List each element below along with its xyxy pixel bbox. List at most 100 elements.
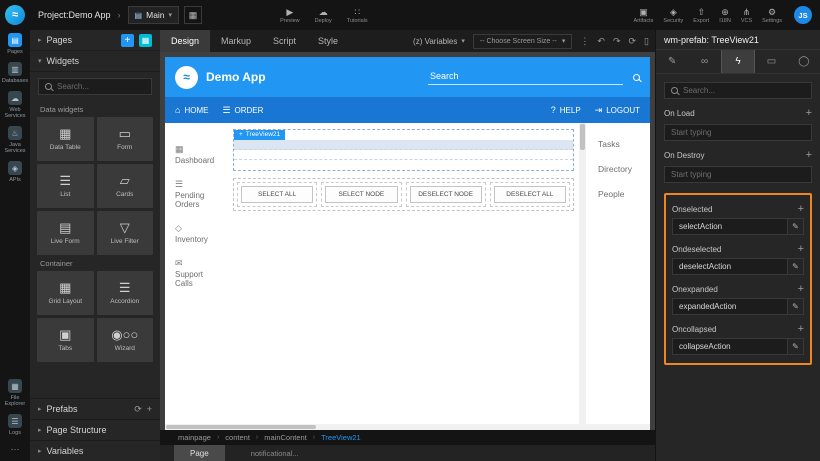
add-page-button[interactable]: + [121, 34, 134, 47]
sidebar-section-variables[interactable]: ▸ Variables [30, 440, 160, 461]
wavemaker-logo[interactable]: ≈ [0, 0, 30, 30]
refresh-canvas-icon[interactable]: ⟳ [629, 36, 637, 47]
variables-dropdown[interactable]: (z) Variables ▾ [413, 37, 465, 46]
undo-icon[interactable]: ↶ [597, 36, 605, 47]
tab-markup[interactable]: Markup [210, 30, 262, 52]
treeview-widget[interactable]: + TreeView21 [233, 129, 574, 171]
settings-button[interactable]: ⚙ Settings [762, 7, 782, 24]
menu-item-dashboard[interactable]: ▦ Dashboard [175, 145, 221, 165]
on-destroy-input[interactable] [664, 166, 812, 183]
canvas-horizontal-scrollbar[interactable] [165, 424, 650, 430]
app-search-field[interactable]: Search [428, 69, 623, 85]
rail-item-pages[interactable]: ▤ Pages [0, 30, 30, 59]
edit-action-icon[interactable]: ✎ [787, 298, 804, 315]
tab-device[interactable]: ▭ [755, 50, 787, 73]
rail-item-logs[interactable]: ☰ Logs [0, 411, 30, 440]
widget-tile-live-form[interactable]: ▤ Live Form [37, 211, 94, 255]
widget-tile-live-filter[interactable]: ▽ Live Filter [97, 211, 154, 255]
rail-item-java-services[interactable]: ♨ Java Services [0, 123, 30, 158]
edit-action-icon[interactable]: ✎ [787, 218, 804, 235]
ondeselected-input[interactable] [672, 258, 787, 275]
right-panel-item-directory[interactable]: Directory [598, 164, 650, 174]
add-prefab-button[interactable]: + [147, 404, 152, 414]
pages-menu-button[interactable]: ▦ [139, 34, 152, 47]
select-node-button[interactable]: SELECT NODE [325, 186, 397, 203]
rail-item-file-explorer[interactable]: ▦ File Explorer [0, 376, 30, 411]
sidebar-section-pages[interactable]: ▸ Pages + ▦ [30, 30, 160, 51]
add-event-button[interactable]: + [798, 324, 804, 334]
right-panel-item-people[interactable]: People [598, 189, 650, 199]
add-event-button[interactable]: + [798, 244, 804, 254]
sidebar-section-page-structure[interactable]: ▸ Page Structure [30, 419, 160, 440]
widget-tile-accordion[interactable]: ☰ Accordion [97, 271, 154, 315]
pages-grid-button[interactable]: ▦ [184, 6, 202, 24]
select-all-button[interactable]: SELECT ALL [241, 186, 313, 203]
canvas-vertical-scrollbar[interactable] [579, 123, 586, 424]
tab-script[interactable]: Script [262, 30, 307, 52]
menu-item-pending-orders[interactable]: ☰ Pending Orders [175, 180, 221, 209]
breadcrumb-item-treeview21[interactable]: TreeView21 [321, 433, 361, 442]
breadcrumb-item-maincontent[interactable]: mainContent [264, 433, 307, 442]
add-event-button[interactable]: + [806, 108, 812, 118]
menu-item-inventory[interactable]: ◇ Inventory [175, 224, 221, 244]
onselected-input[interactable] [672, 218, 787, 235]
on-load-input[interactable] [664, 124, 812, 141]
vcs-button[interactable]: ⋔ VCS [741, 7, 752, 24]
rail-item-apis[interactable]: ◈ APIs [0, 158, 30, 187]
security-button[interactable]: ◈ Security [663, 7, 683, 24]
refresh-icon[interactable]: ⟳ [134, 404, 142, 415]
more-vertical-icon[interactable]: ⋮ [580, 36, 589, 47]
oncollapsed-input[interactable] [672, 338, 787, 355]
nav-item-logout[interactable]: ⇥ LOGOUT [595, 105, 640, 116]
menu-item-support-calls[interactable]: ✉ Support Calls [175, 259, 221, 288]
page-selector-dropdown[interactable]: ▤ Main ▾ [128, 6, 180, 24]
preview-button[interactable]: ▶ Preview [280, 7, 300, 24]
breadcrumb-item-content[interactable]: content [225, 433, 250, 442]
rail-item-web-services[interactable]: ☁ Web Services [0, 88, 30, 123]
right-panel-item-tasks[interactable]: Tasks [598, 139, 650, 149]
edit-action-icon[interactable]: ✎ [787, 338, 804, 355]
page-tab[interactable]: Page [174, 445, 225, 461]
sidebar-section-widgets[interactable]: ▾ Widgets [30, 51, 160, 72]
add-event-button[interactable]: + [798, 284, 804, 294]
tab-styles[interactable]: ✎ [656, 50, 688, 73]
search-icon[interactable] [633, 74, 640, 81]
edit-action-icon[interactable]: ✎ [787, 258, 804, 275]
tab-events[interactable]: ϟ [721, 50, 755, 73]
deselect-node-button[interactable]: DESELECT NODE [410, 186, 482, 203]
widget-tile-list[interactable]: ☰ List [37, 164, 94, 208]
events-search-input[interactable] [683, 86, 805, 95]
nav-item-order[interactable]: ☰ ORDER [222, 105, 263, 116]
sidebar-section-prefabs[interactable]: ▸ Prefabs ⟳ + [30, 398, 160, 419]
widget-search-input[interactable] [57, 82, 145, 91]
tutorials-button[interactable]: ∷ Tutorials [347, 7, 368, 24]
user-avatar[interactable]: JS [794, 6, 812, 24]
i18n-button[interactable]: ⊕ I18N [719, 7, 731, 24]
tab-design[interactable]: Design [160, 30, 210, 52]
tab-properties[interactable]: ∞ [688, 50, 720, 73]
export-button[interactable]: ⇧ Export [693, 7, 709, 24]
nav-item-home[interactable]: ⌂ HOME [175, 105, 208, 115]
more-options-icon[interactable]: ⋯ [11, 440, 20, 461]
widget-tile-grid-layout[interactable]: ▦ Grid Layout [37, 271, 94, 315]
scrollbar-thumb[interactable] [580, 124, 585, 150]
tab-state[interactable]: ◯ [788, 50, 820, 73]
device-preview-icon[interactable]: ▯ [644, 36, 649, 47]
treeview-selection-tag[interactable]: + TreeView21 [234, 130, 285, 140]
widget-tile-tabs[interactable]: ▣ Tabs [37, 318, 94, 362]
tab-style[interactable]: Style [307, 30, 349, 52]
widget-tile-wizard[interactable]: ◉○○ Wizard [97, 318, 154, 362]
add-event-button[interactable]: + [798, 204, 804, 214]
rail-item-databases[interactable]: ▥ Databases [0, 59, 30, 88]
scrollbar-thumb[interactable] [166, 425, 316, 429]
nav-item-help[interactable]: ? HELP [551, 105, 581, 116]
add-event-button[interactable]: + [806, 150, 812, 160]
widget-tile-data-table[interactable]: ▦ Data Table [37, 117, 94, 161]
widget-tile-form[interactable]: ▭ Form [97, 117, 154, 161]
screen-size-dropdown[interactable]: -- Choose Screen Size -- ▾ [473, 34, 573, 49]
deselect-all-button[interactable]: DESELECT ALL [494, 186, 566, 203]
onexpanded-input[interactable] [672, 298, 787, 315]
deploy-button[interactable]: ☁ Deploy [315, 7, 332, 24]
redo-icon[interactable]: ↷ [613, 36, 621, 47]
artifacts-button[interactable]: ▣ Artifacts [634, 7, 654, 24]
